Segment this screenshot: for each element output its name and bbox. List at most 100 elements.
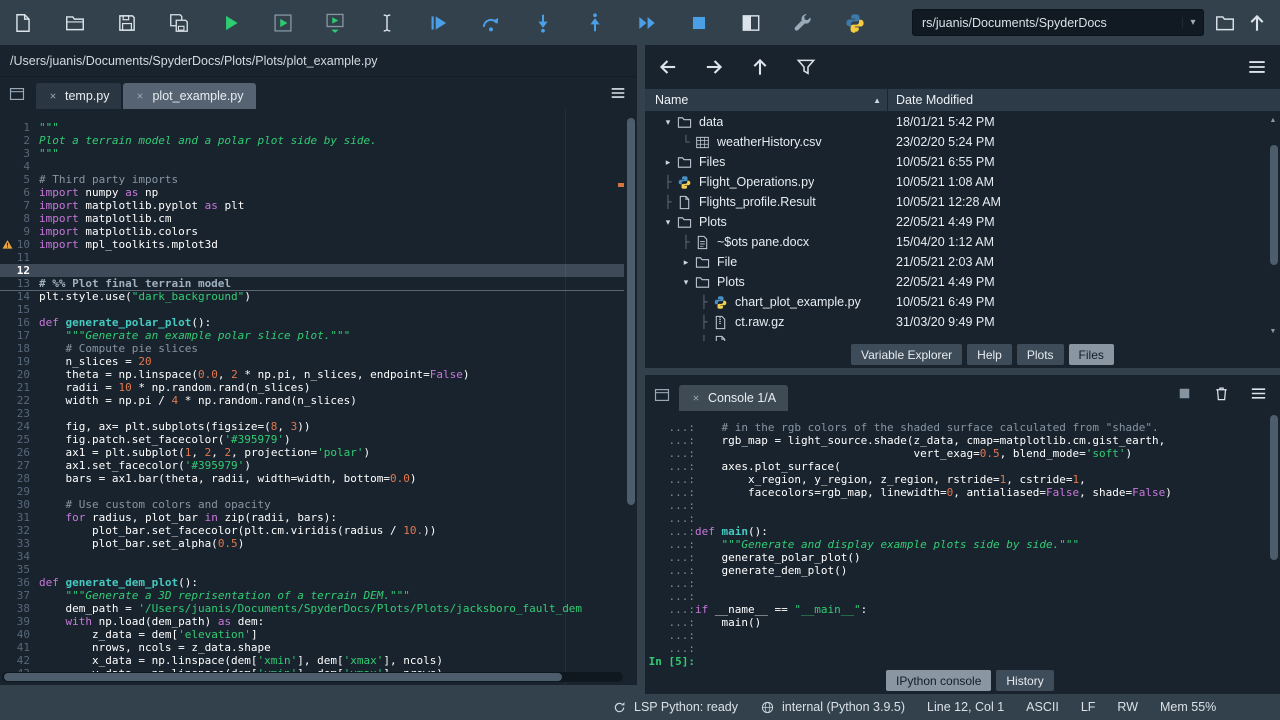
line-number[interactable]: 26 [0, 446, 39, 459]
line-number[interactable]: 6 [0, 186, 39, 199]
file-row[interactable]: ├chart_plot_example.py10/05/21 6:49 PM [645, 292, 1280, 312]
code-line[interactable]: 16def generate_polar_plot(): [0, 316, 624, 329]
scroll-down-arrow-icon[interactable]: ▼ [1268, 328, 1278, 335]
stop-button[interactable] [688, 12, 710, 34]
line-number[interactable]: 27 [0, 459, 39, 472]
chevron-right-icon[interactable]: ▸ [677, 257, 695, 268]
file-row[interactable]: ├ct.raw.gz31/03/20 9:49 PM [645, 312, 1280, 332]
editor-tab-temp.py[interactable]: temp.py [36, 83, 121, 109]
file-row[interactable]: ├Flights_profile.Result10/05/21 12:28 AM [645, 192, 1280, 212]
file-row[interactable]: ▾data18/01/21 5:42 PM [645, 112, 1280, 132]
lsp-status[interactable]: LSP Python: ready [612, 700, 738, 715]
line-number[interactable]: 29 [0, 485, 39, 498]
pythonpath-manager-button[interactable] [844, 12, 866, 34]
working-directory-combobox[interactable]: rs/juanis/Documents/SpyderDocs ▾ [912, 9, 1204, 36]
code-line[interactable]: 6import numpy as np [0, 186, 624, 199]
code-editor[interactable]: 1"""2Plot a terrain model and a polar pl… [0, 109, 637, 685]
code-line[interactable]: 34 [0, 550, 624, 563]
code-line[interactable]: 36def generate_dem_plot(): [0, 576, 624, 589]
code-line[interactable]: 11 [0, 251, 624, 264]
code-line[interactable]: 9import matplotlib.colors [0, 225, 624, 238]
file-row[interactable]: ▾Plots22/05/21 4:49 PM [645, 272, 1280, 292]
file-row[interactable]: ▾Plots22/05/21 4:49 PM [645, 212, 1280, 232]
interpreter-status[interactable]: internal (Python 3.9.5) [760, 700, 905, 715]
browse-directory-button[interactable] [1214, 12, 1236, 34]
line-number[interactable]: 37 [0, 589, 39, 602]
scroll-up-arrow-icon[interactable]: ▲ [1268, 117, 1278, 124]
line-number[interactable]: 20 [0, 368, 39, 381]
line-number[interactable]: 22 [0, 394, 39, 407]
editor-horizontal-scrollbar[interactable] [2, 672, 623, 682]
interrupt-kernel-button[interactable] [1175, 384, 1194, 403]
open-file-button[interactable] [64, 12, 86, 34]
editor-vertical-scrollbar[interactable] [627, 118, 635, 505]
chevron-down-icon[interactable]: ▾ [659, 217, 677, 228]
code-line[interactable]: 22 width = np.pi / 4 * np.random.rand(n_… [0, 394, 624, 407]
code-line[interactable]: 14plt.style.use("dark_background") [0, 290, 624, 303]
pane-tab-variable-explorer[interactable]: Variable Explorer [851, 344, 962, 365]
code-line[interactable]: 27 ax1.set_facecolor('#395979') [0, 459, 624, 472]
column-header-date[interactable]: Date Modified [888, 89, 1280, 111]
code-line[interactable]: 20 theta = np.linspace(0.0, 2 * np.pi, n… [0, 368, 624, 381]
code-line[interactable]: 4 [0, 160, 624, 173]
line-number[interactable]: 32 [0, 524, 39, 537]
forward-button[interactable] [703, 56, 725, 78]
code-line[interactable]: 32 plot_bar.set_facecolor(plt.cm.viridis… [0, 524, 624, 537]
code-line[interactable]: 1""" [0, 121, 624, 134]
line-number[interactable]: 25 [0, 433, 39, 446]
code-line[interactable]: 31 for radius, plot_bar in zip(radii, ba… [0, 511, 624, 524]
column-header-name[interactable]: Name ▲ [645, 89, 888, 111]
line-number[interactable]: 2 [0, 134, 39, 147]
file-row[interactable]: ▸File21/05/21 2:03 AM [645, 252, 1280, 272]
code-line[interactable]: 35 [0, 563, 624, 576]
line-number[interactable]: 19 [0, 355, 39, 368]
pane-tab-help[interactable]: Help [967, 344, 1012, 365]
chevron-down-icon[interactable]: ▾ [1182, 17, 1203, 28]
code-line[interactable]: 8import matplotlib.cm [0, 212, 624, 225]
panes-icon[interactable] [653, 386, 671, 404]
code-line[interactable]: 19 n_slices = 20 [0, 355, 624, 368]
line-number[interactable]: 33 [0, 537, 39, 550]
pane-tab-plots[interactable]: Plots [1017, 344, 1064, 365]
line-number[interactable]: 35 [0, 563, 39, 576]
file-row[interactable]: ├~$ots pane.docx15/04/20 1:12 AM [645, 232, 1280, 252]
file-row[interactable]: ▸Files10/05/21 6:55 PM [645, 152, 1280, 172]
new-file-button[interactable] [12, 12, 34, 34]
line-number[interactable]: 39 [0, 615, 39, 628]
line-number[interactable]: 8 [0, 212, 39, 225]
code-line[interactable]: 10import mpl_toolkits.mplot3d [0, 238, 624, 251]
run-cell-advance-button[interactable] [324, 12, 346, 34]
line-number[interactable]: 3 [0, 147, 39, 160]
line-number[interactable]: 36 [0, 576, 39, 589]
run-cell-button[interactable] [272, 12, 294, 34]
step-out-button[interactable] [584, 12, 606, 34]
line-number[interactable]: 7 [0, 199, 39, 212]
code-line[interactable]: 23 [0, 407, 624, 420]
line-number[interactable]: 11 [0, 251, 39, 264]
up-directory-button[interactable] [749, 56, 771, 78]
code-line[interactable]: 37 """Generate a 3D reprisentation of a … [0, 589, 624, 602]
code-line[interactable]: 25 fig.patch.set_facecolor('#395979') [0, 433, 624, 446]
pane-tab-ipython-console[interactable]: IPython console [886, 670, 991, 691]
line-number[interactable]: 1 [0, 121, 39, 134]
code-line[interactable]: 7import matplotlib.pyplot as plt [0, 199, 624, 212]
line-number[interactable]: 30 [0, 498, 39, 511]
code-line[interactable]: 15 [0, 303, 624, 316]
chevron-down-icon[interactable]: ▾ [659, 117, 677, 128]
line-number[interactable]: 31 [0, 511, 39, 524]
line-number[interactable]: 14 [0, 290, 39, 303]
line-number[interactable]: 41 [0, 641, 39, 654]
files-vertical-scrollbar[interactable] [1270, 145, 1278, 265]
pane-tab-history[interactable]: History [996, 670, 1053, 691]
close-icon[interactable] [48, 91, 58, 101]
scrollbar-thumb[interactable] [4, 673, 562, 681]
line-number[interactable]: 28 [0, 472, 39, 485]
line-number[interactable]: 13 [0, 277, 39, 290]
code-line[interactable]: 13# %% Plot final terrain model [0, 277, 624, 290]
remove-console-button[interactable] [1212, 384, 1231, 403]
chevron-down-icon[interactable]: ▾ [677, 277, 695, 288]
code-line[interactable]: 18 # Compute pie slices [0, 342, 624, 355]
line-number[interactable]: 40 [0, 628, 39, 641]
code-line[interactable]: 17 """Generate an example polar slice pl… [0, 329, 624, 342]
code-line[interactable]: 39 with np.load(dem_path) as dem: [0, 615, 624, 628]
